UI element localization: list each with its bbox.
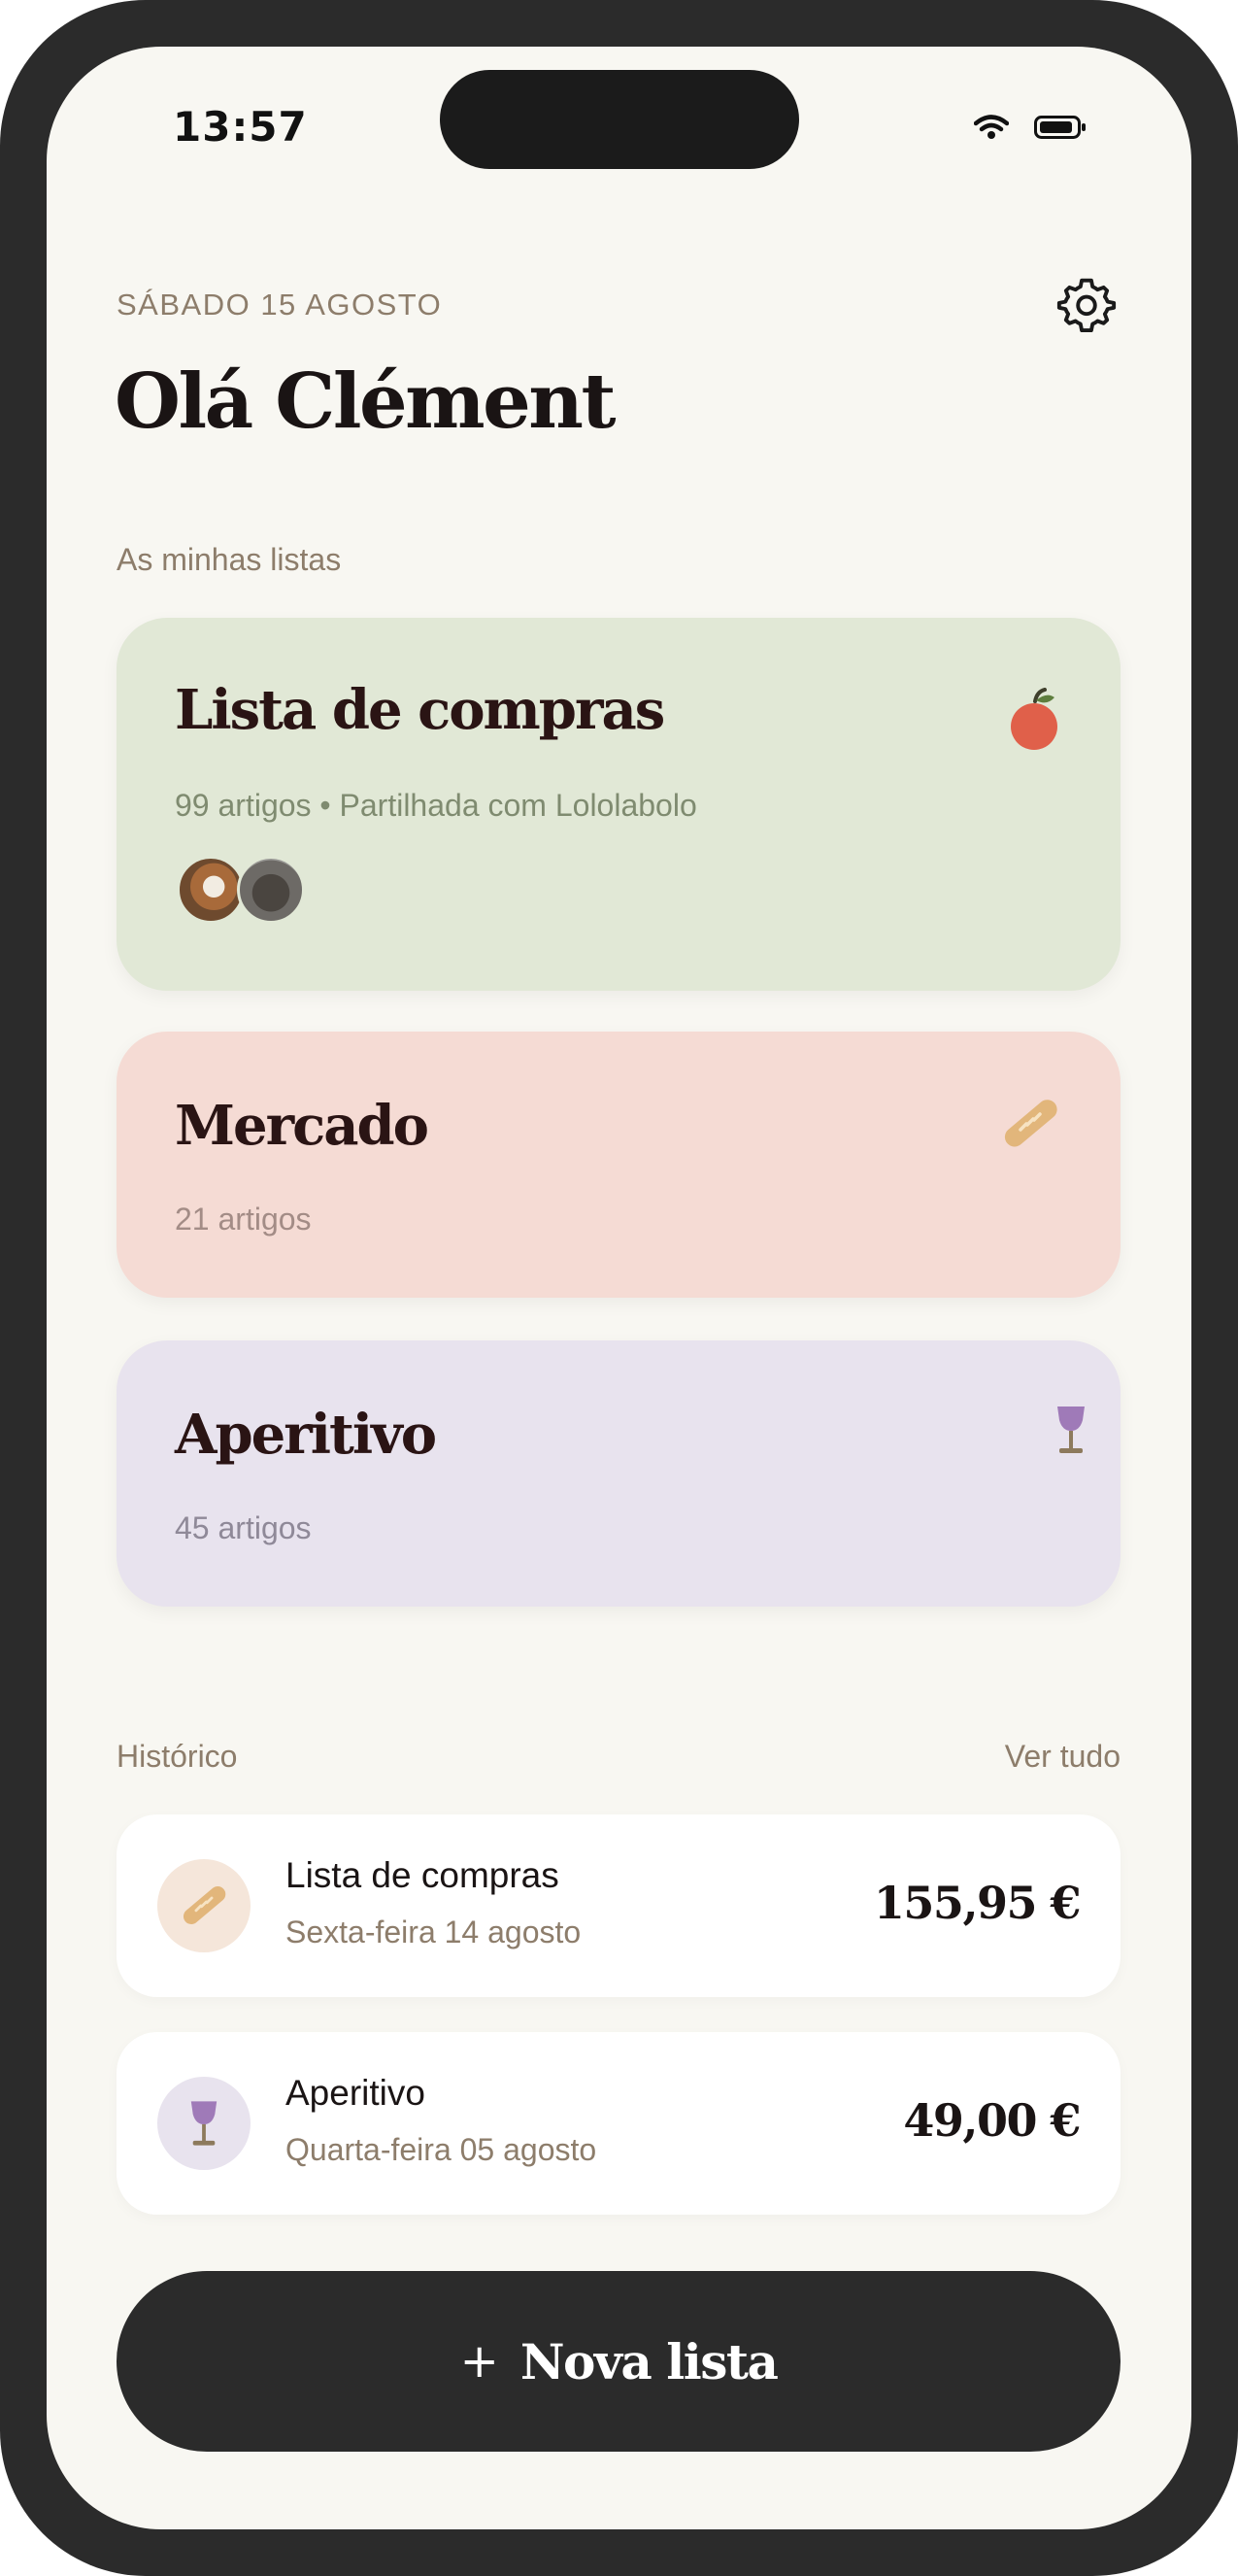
wine-glass-icon — [1057, 1407, 1085, 1453]
history-item-amount: 155,95 € — [873, 1877, 1082, 1929]
new-list-label: Nova lista — [519, 2332, 779, 2390]
history-item-title: Aperitivo — [285, 2073, 425, 2113]
history-icon-badge — [157, 2077, 251, 2170]
dynamic-island — [440, 70, 799, 169]
history-item-amount: 49,00 € — [903, 2094, 1081, 2147]
status-icons — [974, 115, 1087, 140]
list-card-subtitle: 21 artigos — [175, 1202, 312, 1237]
history-item-title: Lista de compras — [285, 1855, 559, 1895]
list-card-subtitle: 45 artigos — [175, 1510, 312, 1545]
new-list-button[interactable]: + Nova lista — [117, 2271, 1121, 2452]
app-screen: 13:57 SÁBADO 15 AGOSTO Olá Clément As mi… — [47, 47, 1191, 2529]
wine-glass-icon — [190, 2101, 217, 2146]
plus-icon: + — [459, 2334, 499, 2389]
wifi-icon — [974, 115, 1009, 139]
history-item-date: Quarta-feira 05 agosto — [285, 2132, 597, 2167]
shared-avatars — [177, 856, 305, 924]
greeting-title: Olá Clément — [115, 357, 617, 446]
see-all-link[interactable]: Ver tudo — [1005, 1739, 1121, 1775]
list-card-lista-de-compras[interactable]: Lista de compras 99 artigos • Partilhada… — [117, 618, 1121, 991]
status-time: 13:57 — [173, 103, 308, 151]
list-card-title: Aperitivo — [175, 1403, 437, 1467]
dog-avatar — [177, 856, 245, 924]
baguette-icon — [1004, 1100, 1057, 1147]
baguette-icon — [183, 1886, 226, 1924]
history-item-date: Sexta-feira 14 agosto — [285, 1915, 582, 1949]
current-date: SÁBADO 15 AGOSTO — [117, 288, 443, 322]
battery-icon — [1034, 116, 1086, 139]
cat-avatar — [237, 856, 305, 924]
list-card-subtitle: 99 artigos • Partilhada com Lololabolo — [175, 788, 697, 823]
history-item[interactable]: Lista de compras Sexta-feira 14 agosto 1… — [117, 1814, 1121, 1997]
list-card-title: Lista de compras — [175, 678, 665, 742]
history-icon-badge — [157, 1859, 251, 1952]
my-lists-label: As minhas listas — [117, 542, 342, 577]
apple-icon — [1011, 688, 1057, 750]
gear-icon[interactable] — [1056, 276, 1117, 336]
list-card-aperitivo[interactable]: Aperitivo 45 artigos — [117, 1340, 1121, 1607]
list-card-mercado[interactable]: Mercado 21 artigos — [117, 1032, 1121, 1298]
history-label: Histórico — [117, 1739, 238, 1774]
list-card-title: Mercado — [175, 1094, 429, 1158]
history-item[interactable]: Aperitivo Quarta-feira 05 agosto 49,00 € — [117, 2032, 1121, 2215]
phone-frame: 13:57 SÁBADO 15 AGOSTO Olá Clément As mi… — [0, 0, 1238, 2576]
